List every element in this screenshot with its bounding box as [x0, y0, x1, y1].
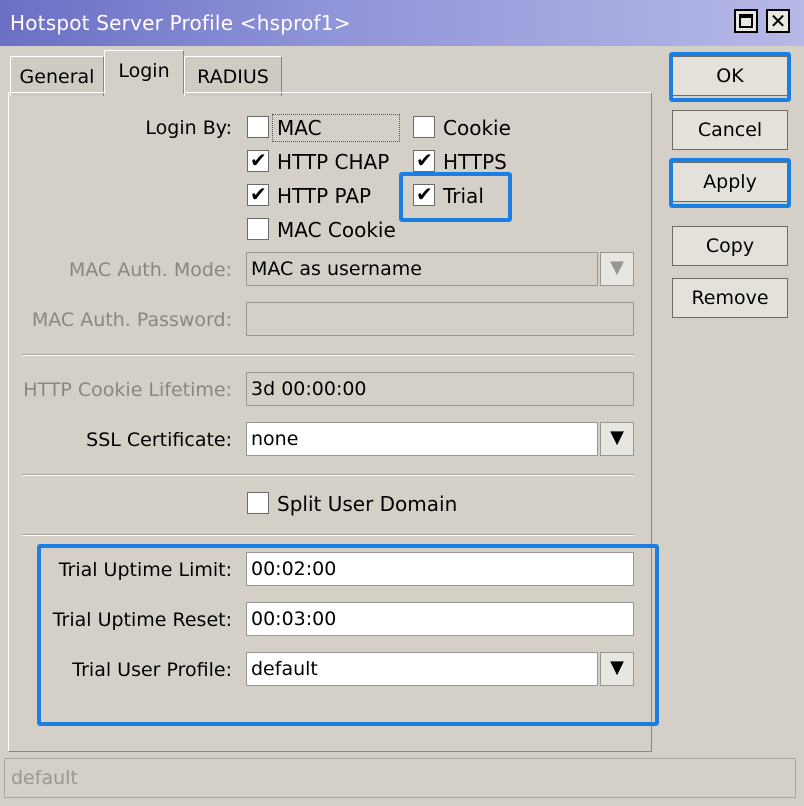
- mac-auth-mode-label: MAC Auth. Mode:: [68, 259, 232, 281]
- https-checkbox[interactable]: ✔: [413, 148, 435, 172]
- remove-button[interactable]: Remove: [672, 278, 788, 318]
- apply-highlight-box: [669, 158, 791, 208]
- mac-auth-password-field[interactable]: [246, 302, 634, 336]
- divider: [22, 534, 634, 536]
- tab-radius[interactable]: RADIUS: [184, 56, 282, 96]
- ssl-certificate-label: SSL Certificate:: [86, 429, 232, 451]
- close-button[interactable]: ✕: [766, 9, 790, 33]
- https-label: HTTPS: [443, 150, 507, 174]
- http-cookie-lifetime-label: HTTP Cookie Lifetime:: [23, 379, 232, 401]
- checkmark-icon: ✔: [250, 148, 267, 172]
- mac-auth-password-label: MAC Auth. Password:: [31, 309, 232, 331]
- mac-auth-mode-select[interactable]: MAC as username: [246, 252, 598, 286]
- ssl-certificate-select[interactable]: none: [246, 422, 598, 456]
- divider: [22, 354, 634, 356]
- close-icon: ✕: [769, 9, 787, 33]
- maximize-button[interactable]: [734, 9, 758, 33]
- status-bar: default: [4, 758, 796, 798]
- hotspot-server-profile-window: Hotspot Server Profile <hsprof1> ✕ Gener…: [0, 0, 804, 806]
- cookie-label: Cookie: [443, 116, 511, 140]
- window-title: Hotspot Server Profile <hsprof1>: [10, 11, 351, 35]
- maximize-icon: [739, 14, 753, 28]
- split-user-domain-checkbox[interactable]: [247, 492, 269, 514]
- mac-cookie-checkbox[interactable]: [247, 218, 269, 240]
- ssl-certificate-dropdown-button[interactable]: ▼: [600, 422, 634, 456]
- mac-checkbox[interactable]: [247, 116, 269, 138]
- divider: [22, 474, 634, 476]
- tab-login[interactable]: Login: [104, 50, 184, 94]
- mac-cookie-label: MAC Cookie: [277, 218, 396, 242]
- tab-general[interactable]: General: [10, 56, 104, 96]
- chevron-down-icon: ▼: [610, 257, 624, 278]
- cookie-checkbox[interactable]: [413, 116, 435, 138]
- mac-label: MAC: [277, 116, 322, 140]
- http-cookie-lifetime-field[interactable]: 3d 00:00:00: [246, 372, 634, 406]
- trial-settings-highlight-box: [37, 544, 659, 726]
- cancel-button[interactable]: Cancel: [672, 110, 788, 150]
- http-pap-checkbox[interactable]: ✔: [247, 182, 269, 206]
- chevron-down-icon: ▼: [610, 427, 624, 448]
- checkmark-icon: ✔: [250, 182, 267, 206]
- split-user-domain-label: Split User Domain: [277, 492, 458, 516]
- copy-button[interactable]: Copy: [672, 226, 788, 266]
- ok-highlight-box: [669, 52, 791, 102]
- title-bar[interactable]: Hotspot Server Profile <hsprof1> ✕: [0, 0, 804, 46]
- http-pap-label: HTTP PAP: [277, 184, 372, 208]
- login-by-label: Login By:: [145, 117, 232, 139]
- http-chap-checkbox[interactable]: ✔: [247, 148, 269, 172]
- http-chap-label: HTTP CHAP: [277, 150, 390, 174]
- trial-highlight-box: [399, 172, 512, 222]
- checkmark-icon: ✔: [416, 148, 433, 172]
- mac-auth-mode-dropdown-button[interactable]: ▼: [600, 252, 634, 286]
